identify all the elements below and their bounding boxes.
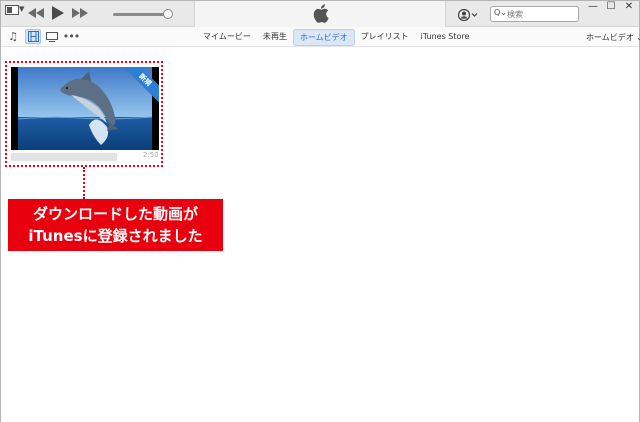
window-menu-arrow-icon[interactable]: ▼ [19,5,24,13]
callout-leader-line [83,167,85,199]
view-select[interactable]: ホームビデオ ⌄ [586,32,640,43]
close-button[interactable]: ✕ [620,1,638,15]
fast-forward-button[interactable] [71,5,89,21]
fast-forward-icon [72,8,88,18]
rewind-icon [28,8,44,18]
callout-line-2: iTunesに登録されました [28,227,203,245]
volume-knob[interactable] [163,9,173,19]
tab-playlists[interactable]: プレイリスト [355,29,415,46]
apple-logo-icon [313,4,329,23]
tab-itunes-store[interactable]: iTunes Store [415,29,476,46]
status-display [194,1,446,27]
tab-home-video[interactable]: ホームビデオ [292,29,355,46]
new-badge-label: 新規 [120,67,159,105]
search-input[interactable] [507,8,575,20]
video-thumbnail[interactable]: 新規 [11,67,159,150]
video-title-placeholder [11,153,117,161]
maximize-button[interactable]: ☐ [602,1,620,15]
movie-icon[interactable] [25,29,41,44]
account-icon [457,8,478,22]
player-bar: ▼ Q⌄ 検索 — ☐ ✕ [1,1,639,27]
monitor-icon [46,31,58,42]
callout-line-1: ダウンロードした動画が [32,205,198,223]
film-strip-icon [27,31,39,42]
new-badge: 新規 [119,67,159,107]
volume-slider[interactable] [113,13,168,16]
play-button[interactable] [50,5,66,21]
tab-my-movies[interactable]: マイムービー [197,29,257,46]
tab-unwatched[interactable]: 未再生 [257,29,293,46]
annotation-callout: ダウンロードした動画が iTunesに登録されました [8,199,223,251]
account-button[interactable] [457,7,480,22]
search-icon: Q⌄ [494,8,507,17]
minimize-button[interactable]: — [584,1,602,15]
rewind-button[interactable] [27,5,45,21]
toolbar: ♫ ••• マイムービー 未再生 ホームビデオ プレイリスト iTunes St… [1,27,640,47]
search-box[interactable]: Q⌄ [490,6,579,22]
music-note-icon[interactable]: ♫ [5,29,21,44]
play-icon [52,6,64,20]
more-icon[interactable]: ••• [63,29,80,44]
media-tabs: マイムービー 未再生 ホームビデオ プレイリスト iTunes Store [197,29,475,46]
itunes-window: ▼ Q⌄ 検索 — ☐ ✕ ♫ ••• マイムービー 未再生 ホームビデオ プレ… [0,0,640,422]
window-menu-icon[interactable] [5,5,19,15]
video-duration: 2:50 [143,151,159,159]
tv-icon[interactable] [44,29,60,44]
